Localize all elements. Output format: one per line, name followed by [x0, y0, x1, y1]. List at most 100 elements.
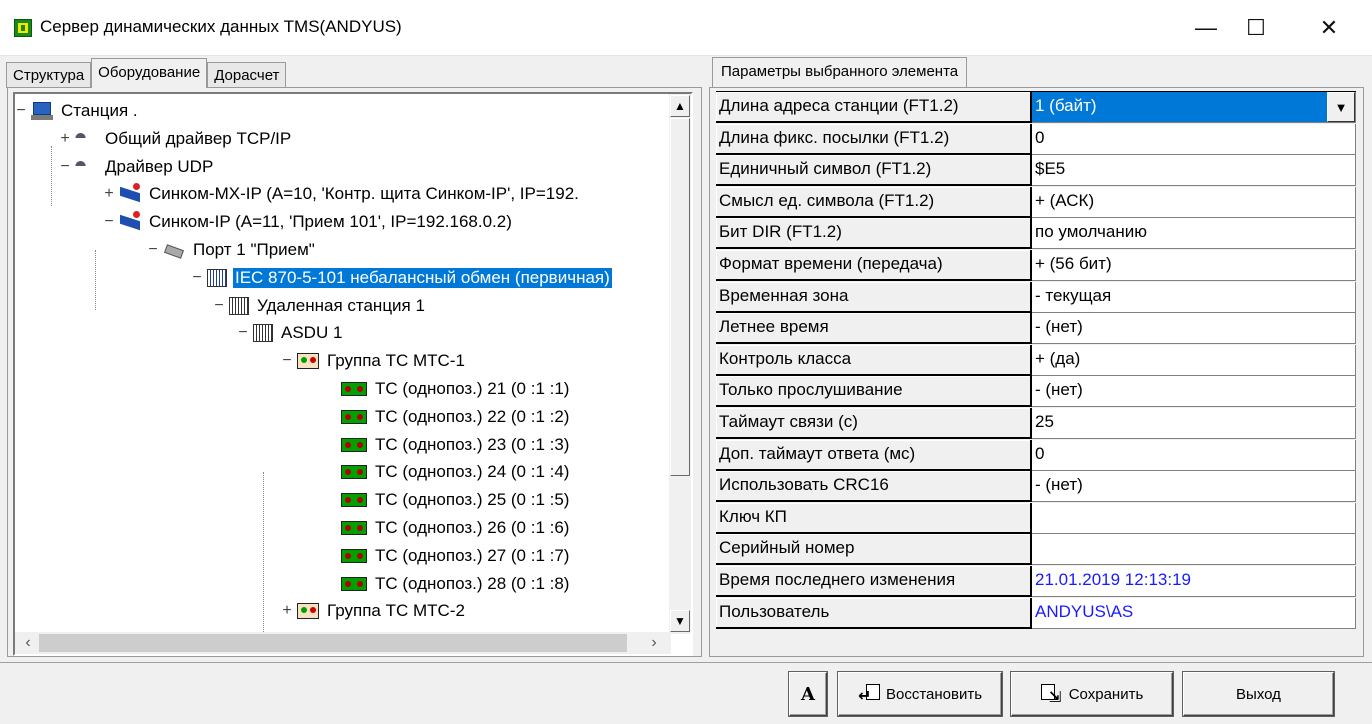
tree-node[interactable]: ТС (однопоз.) 21 (0 :1 :1) [341, 376, 571, 402]
collapse-minus-icon[interactable]: − [103, 213, 115, 231]
param-row[interactable]: Длина адреса станции (FT1.2) 1 (байт) ▼ [716, 92, 1356, 123]
param-value[interactable]: ANDYUS\AS [1032, 597, 1356, 629]
tree-node[interactable]: − ASDU 1 [238, 320, 344, 346]
ts-icon [341, 576, 367, 591]
collapse-minus-icon[interactable]: − [191, 269, 203, 287]
font-button[interactable]: A [789, 672, 827, 716]
tree-node-label: ТС (однопоз.) 25 (0 :1 :5) [375, 490, 570, 510]
protocol-icon [207, 268, 227, 287]
scroll-right-arrow-icon[interactable]: › [643, 632, 665, 654]
tree-horizontal-scrollbar[interactable]: ‹ › [15, 632, 671, 654]
param-value[interactable] [1032, 534, 1356, 566]
collapse-minus-icon[interactable]: − [237, 324, 249, 342]
collapse-minus-icon[interactable]: − [15, 102, 27, 120]
tree-node[interactable]: − Группа ТС МТС-1 [282, 348, 467, 374]
tree-node-label: Группа ТС МТС-1 [327, 351, 465, 371]
restore-button[interactable]: Восстановить [838, 672, 1002, 716]
param-value[interactable]: + (да) [1032, 344, 1356, 376]
expand-plus-icon[interactable]: + [59, 130, 71, 148]
tree-node[interactable]: − Порт 1 "Прием" [148, 237, 317, 263]
param-row[interactable]: Смысл ед. символа (FT1.2) + (АСК) [716, 186, 1356, 218]
collapse-minus-icon[interactable]: − [59, 158, 71, 176]
maximize-button[interactable]: ☐ [1233, 0, 1279, 56]
tree-node[interactable]: ТС (однопоз.) 25 (0 :1 :5) [341, 487, 571, 513]
param-row[interactable]: Время последнего изменения 21.01.2019 12:… [716, 566, 1356, 597]
param-row[interactable]: Использовать CRC16- (нет) [716, 471, 1356, 503]
tree-node[interactable]: ТС (однопоз.) 23 (0 :1 :3) [341, 432, 571, 458]
param-value[interactable]: по умолчанию [1032, 218, 1356, 250]
tab-selected-params[interactable]: Параметры выбранного элемента [712, 57, 968, 87]
collapse-minus-icon[interactable]: − [213, 297, 225, 315]
tree-node[interactable]: ТС (однопоз.) 28 (0 :1 :8) [341, 571, 571, 597]
minimize-button[interactable]: — [1183, 0, 1229, 56]
param-row[interactable]: Единичный символ (FT1.2) $E5 [716, 155, 1356, 187]
tree-node[interactable]: + Синком-MX-IP (A=10, 'Контр. щита Синком… [104, 181, 581, 207]
param-value[interactable] [1032, 502, 1356, 534]
collapse-minus-icon[interactable]: − [281, 352, 293, 370]
tree-node-label: ТС (однопоз.) 21 (0 :1 :1) [375, 379, 570, 398]
tree-node-label: Удаленная станция 1 [257, 295, 425, 315]
tree-scroll-thumb[interactable] [670, 118, 690, 476]
tree-node[interactable]: + Общий драйвер TCP/IP [60, 126, 293, 152]
param-value[interactable]: - текущая [1032, 281, 1356, 313]
app-icon [14, 19, 32, 37]
param-row[interactable]: Только прослушивание - (нет) [716, 376, 1356, 408]
param-value[interactable]: 25 [1032, 408, 1356, 439]
param-row[interactable]: Таймаут связи (с) 25 [716, 408, 1356, 439]
expand-plus-icon[interactable]: + [103, 185, 115, 203]
tree-node[interactable]: − Драйвер UDP [60, 154, 215, 180]
param-row[interactable]: Контроль класса + (да) [716, 344, 1356, 376]
close-button[interactable]: ✕ [1306, 0, 1352, 56]
param-row[interactable]: Бит DIR (FT1.2) по умолчанию [716, 218, 1356, 250]
tab-structure[interactable]: Структура [6, 62, 92, 88]
tree-hscroll-thumb[interactable] [39, 634, 627, 652]
dropdown-arrow-icon[interactable]: ▼ [1327, 92, 1355, 122]
param-row[interactable]: Пользователь ANDYUS\AS [716, 597, 1356, 629]
param-value-text: 21.01.2019 12:13:19 [1035, 570, 1191, 589]
save-button[interactable]: Сохранить [1011, 672, 1173, 716]
tree-content: − Станция . + Общий драйвер TCP/IP − Драйвер … [15, 94, 669, 634]
collapse-minus-icon[interactable]: − [147, 241, 159, 259]
param-row[interactable]: Формат времени (передача) + (56 бит) [716, 250, 1356, 281]
param-row[interactable]: Серийный номер [716, 534, 1356, 566]
scroll-down-arrow-icon[interactable]: ▼ [670, 610, 690, 632]
param-row[interactable]: Ключ КП [716, 502, 1356, 534]
param-row[interactable]: Длина фикс. посылки (FT1.2) 0 [716, 123, 1356, 155]
save-label: Сохранить [1068, 685, 1144, 703]
tree-node[interactable]: ТС (однопоз.) 24 (0 :1 :4) [341, 459, 571, 485]
ts-icon [341, 437, 367, 452]
param-value[interactable]: 0 [1032, 123, 1356, 155]
tab-recalc[interactable]: Дорасчет [207, 62, 287, 88]
param-value[interactable]: 0 [1032, 439, 1356, 471]
tree-node[interactable]: ТС (однопоз.) 22 (0 :1 :2) [341, 404, 571, 430]
param-value[interactable]: $E5 [1032, 155, 1356, 187]
expand-plus-icon[interactable]: + [281, 602, 293, 620]
exit-button[interactable]: Выход [1183, 672, 1334, 716]
param-value[interactable]: - (нет) [1032, 376, 1356, 408]
tree-node[interactable]: ТС (однопоз.) 26 (0 :1 :6) [341, 515, 571, 541]
param-name: Серийный номер [716, 534, 1032, 566]
tree-node-label: ТС (однопоз.) 22 (0 :1 :2) [375, 406, 570, 426]
param-value[interactable]: 21.01.2019 12:13:19 [1032, 566, 1356, 597]
param-value[interactable]: + (56 бит) [1032, 250, 1356, 281]
ts-icon [341, 548, 367, 563]
param-name: Время последнего изменения [716, 566, 1032, 597]
tree-node[interactable]: ТС (однопоз.) 27 (0 :1 :7) [341, 543, 571, 569]
tree-node[interactable]: − Станция . [16, 98, 140, 124]
tree-node[interactable]: − Синком-IP (A=11, 'Прием 101', IP=192.16… [104, 209, 514, 235]
scroll-left-arrow-icon[interactable]: ‹ [17, 632, 39, 654]
tree-node[interactable]: + Группа ТС МТС-2 [282, 598, 467, 624]
param-row[interactable]: Доп. таймаут ответа (мс) 0 [716, 439, 1356, 471]
param-value-combobox[interactable]: 1 (байт) ▼ [1032, 92, 1356, 123]
tree-node[interactable]: − Удаленная станция 1 [214, 293, 427, 319]
scroll-up-arrow-icon[interactable]: ▲ [670, 95, 690, 117]
tab-equipment[interactable]: Оборудование [91, 58, 208, 88]
param-value[interactable]: + (АСК) [1032, 186, 1356, 218]
param-value[interactable]: - (нет) [1032, 313, 1356, 345]
tree-vertical-scrollbar[interactable]: ▲ ▼ [669, 94, 691, 634]
param-row[interactable]: Временная зона - текущая [716, 281, 1356, 313]
param-value[interactable]: - (нет) [1032, 471, 1356, 503]
device-icon [119, 183, 141, 203]
param-row[interactable]: Летнее время - (нет) [716, 313, 1356, 345]
tree-node[interactable]: − IEC 870-5-101 небалансный обмен (первич… [192, 265, 612, 291]
